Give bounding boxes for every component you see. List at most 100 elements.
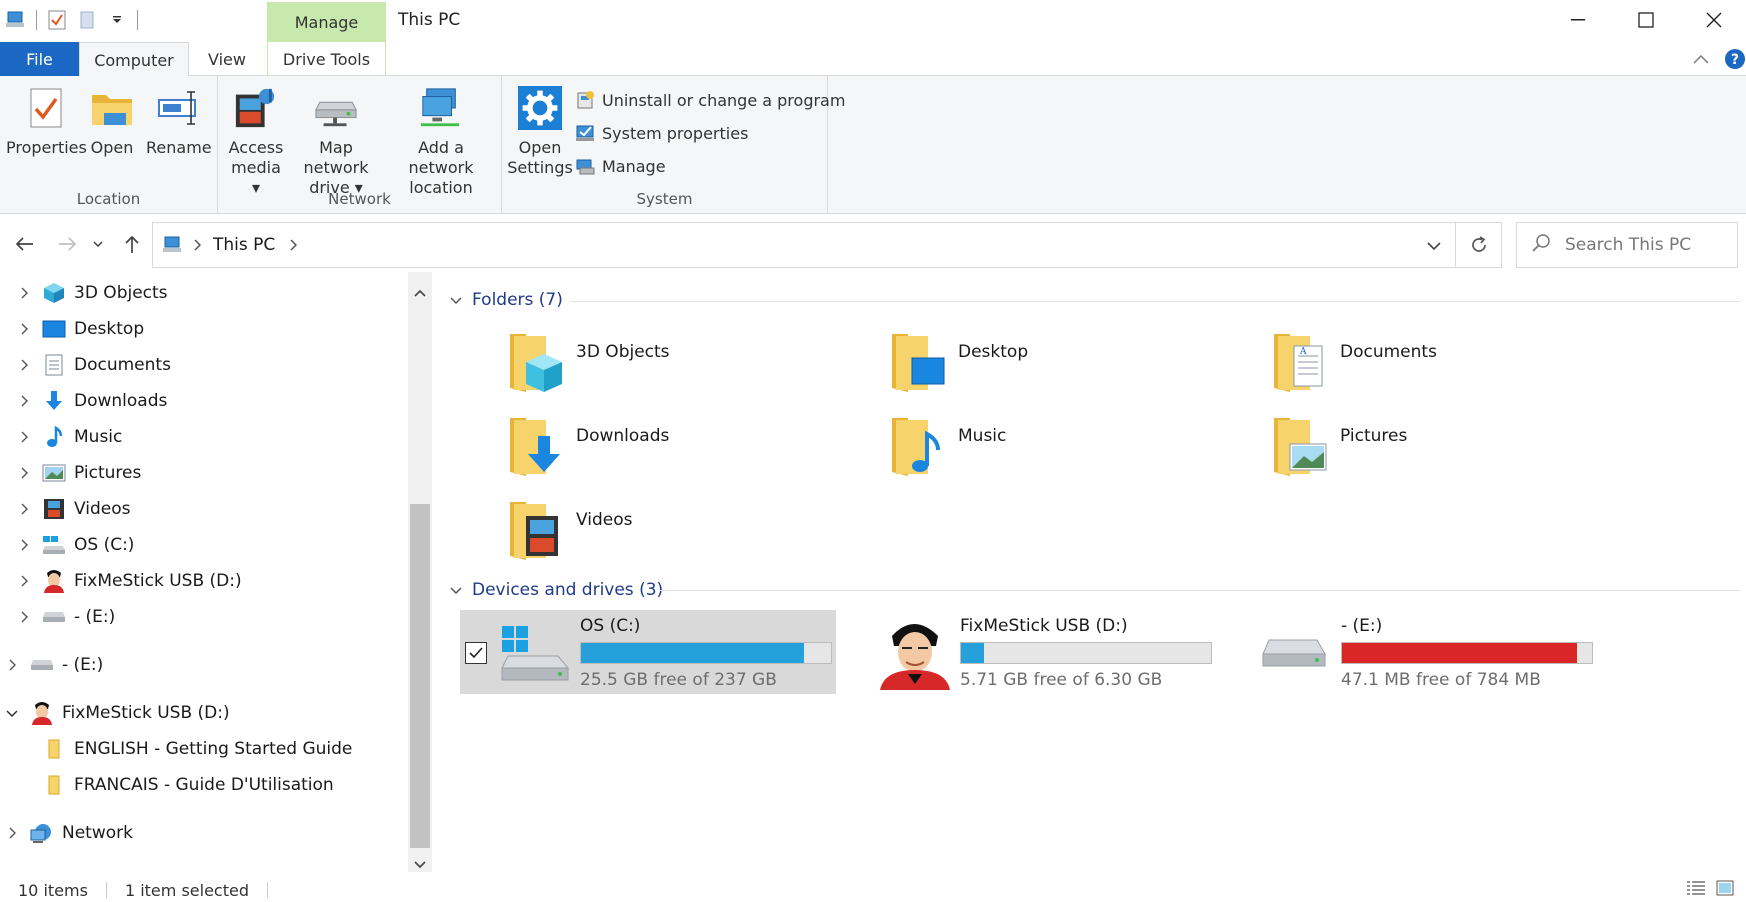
nav-pane-scrollbar[interactable]	[408, 272, 432, 872]
music-icon	[42, 425, 66, 449]
uninstall-program-button[interactable]: Uninstall or change a program	[576, 90, 845, 110]
expand-chevron-icon[interactable]	[16, 573, 32, 589]
expand-chevron-icon[interactable]	[16, 393, 32, 409]
tree-item-drive-e[interactable]: - (E:)	[16, 600, 115, 634]
expand-chevron-icon[interactable]	[16, 465, 32, 481]
expand-chevron-icon[interactable]	[16, 357, 32, 373]
large-icons-view-icon[interactable]	[1716, 880, 1734, 900]
tree-item-pictures[interactable]: Pictures	[16, 456, 141, 490]
tab-file[interactable]: File	[0, 42, 79, 76]
item-count: 10 items	[18, 880, 88, 900]
recent-locations-chevron-icon[interactable]	[90, 230, 106, 258]
tab-computer[interactable]: Computer	[79, 42, 189, 77]
quick-access-toolbar	[6, 8, 138, 32]
scrollbar-thumb[interactable]	[410, 504, 430, 848]
new-folder-icon[interactable]	[77, 10, 97, 30]
tree-item-english-guide[interactable]: ENGLISH - Getting Started Guide	[42, 732, 352, 766]
properties-button[interactable]: Properties	[6, 86, 87, 158]
drive-usage-bar	[960, 642, 1212, 664]
folder-videos[interactable]: Videos	[508, 498, 633, 562]
collapse-chevron-icon[interactable]	[450, 580, 462, 600]
tree-item-fixmestick-d[interactable]: FixMeStick USB (D:)	[16, 564, 242, 598]
tab-view[interactable]: View	[189, 42, 265, 76]
back-button[interactable]	[10, 230, 38, 258]
folder-documents[interactable]: A Documents	[1272, 330, 1437, 394]
tree-item-music[interactable]: Music	[16, 420, 122, 454]
tree-item-downloads[interactable]: Downloads	[16, 384, 167, 418]
access-media-button[interactable]: Access media ▾	[228, 86, 284, 198]
search-input[interactable]: Search This PC	[1565, 235, 1691, 255]
desktop-folder-icon	[890, 330, 946, 394]
drive-icon	[1261, 638, 1331, 704]
svg-text:?: ?	[1731, 52, 1739, 68]
open-button[interactable]: Open	[90, 86, 134, 158]
address-history-chevron-icon[interactable]	[1427, 236, 1441, 255]
tree-item-os-c[interactable]: OS (C:)	[16, 528, 134, 562]
drive-fixmestick-d[interactable]: FixMeStick USB (D:) 5.71 GB free of 6.30…	[840, 610, 1216, 694]
collapse-chevron-icon[interactable]	[450, 290, 462, 310]
expand-chevron-icon[interactable]	[16, 537, 32, 553]
minimize-ribbon-chevron-icon[interactable]	[1692, 50, 1710, 69]
system-properties-button[interactable]: System properties	[576, 123, 748, 143]
maximize-button[interactable]	[1610, 0, 1682, 40]
add-network-location-button[interactable]: Add a network location	[388, 86, 494, 198]
scroll-up-icon[interactable]	[414, 282, 426, 301]
drive-usage-fill	[581, 643, 804, 663]
search-box[interactable]: Search This PC	[1516, 222, 1738, 268]
folders-section-header[interactable]: Folders (7)	[450, 290, 563, 310]
this-pc-icon[interactable]	[6, 10, 26, 30]
map-network-drive-button[interactable]: Map network drive ▾	[288, 86, 384, 198]
expand-chevron-icon[interactable]	[16, 429, 32, 445]
minimize-button[interactable]	[1542, 0, 1614, 40]
manage-button[interactable]: Manage	[576, 156, 666, 176]
drive-e[interactable]: - (E:) 47.1 MB free of 784 MB	[1221, 610, 1597, 694]
drives-section-header[interactable]: Devices and drives (3)	[450, 580, 663, 600]
forward-button[interactable]	[54, 230, 82, 258]
tab-drive-tools[interactable]: Drive Tools	[267, 42, 386, 76]
tree-item-francais-guide[interactable]: FRANCAIS - Guide D'Utilisation	[42, 768, 334, 802]
expand-chevron-icon[interactable]	[4, 657, 20, 673]
properties-icon[interactable]	[47, 10, 67, 30]
tree-item-videos[interactable]: Videos	[16, 492, 131, 526]
tree-item-drive-e-root[interactable]: - (E:)	[4, 648, 103, 682]
refresh-button[interactable]	[1456, 222, 1502, 268]
selection-checkbox[interactable]	[465, 642, 487, 664]
group-label-system: System	[636, 190, 693, 208]
breadcrumb-chevron-icon[interactable]	[193, 236, 202, 255]
fixmestick-avatar-icon	[878, 618, 950, 690]
expand-chevron-icon[interactable]	[16, 321, 32, 337]
tree-item-fixmestick-d-root[interactable]: FixMeStick USB (D:)	[4, 696, 230, 730]
tree-item-3d-objects[interactable]: 3D Objects	[16, 276, 168, 310]
tree-item-network[interactable]: Network	[4, 816, 133, 850]
expand-chevron-icon[interactable]	[4, 825, 20, 841]
up-button[interactable]	[118, 230, 146, 258]
folder-music[interactable]: Music	[890, 414, 1006, 478]
expand-chevron-icon[interactable]	[16, 501, 32, 517]
details-view-icon[interactable]	[1686, 880, 1706, 900]
customize-qat-chevron-icon[interactable]	[107, 10, 127, 30]
help-icon[interactable]: ?	[1724, 48, 1746, 74]
music-folder-icon	[890, 414, 946, 478]
expand-chevron-icon[interactable]	[16, 285, 32, 301]
search-icon	[1531, 233, 1551, 257]
open-settings-button[interactable]: Open Settings	[507, 86, 573, 178]
open-settings-label-2: Settings	[507, 158, 573, 177]
manage-context-header: Manage	[267, 2, 386, 42]
breadcrumb-chevron-icon[interactable]	[289, 236, 298, 255]
expand-chevron-icon[interactable]	[16, 609, 32, 625]
folder-desktop[interactable]: Desktop	[890, 330, 1028, 394]
close-button[interactable]	[1678, 0, 1746, 40]
tree-item-documents[interactable]: Documents	[16, 348, 171, 382]
folder-pictures[interactable]: Pictures	[1272, 414, 1407, 478]
rename-button[interactable]: Rename	[146, 86, 212, 158]
collapse-chevron-icon[interactable]	[4, 705, 20, 721]
drive-os-c[interactable]: OS (C:) 25.5 GB free of 237 GB	[460, 610, 836, 694]
section-divider	[570, 301, 1740, 302]
ribbon-tabs: File Computer View Drive Tools ?	[0, 42, 1746, 77]
tree-item-desktop[interactable]: Desktop	[16, 312, 144, 346]
folder-downloads[interactable]: Downloads	[508, 414, 669, 478]
scroll-down-icon[interactable]	[414, 854, 426, 873]
folder-3d-objects[interactable]: 3D Objects	[508, 330, 670, 394]
breadcrumb-this-pc[interactable]: This PC	[213, 235, 275, 255]
address-bar[interactable]: This PC	[152, 222, 1456, 268]
